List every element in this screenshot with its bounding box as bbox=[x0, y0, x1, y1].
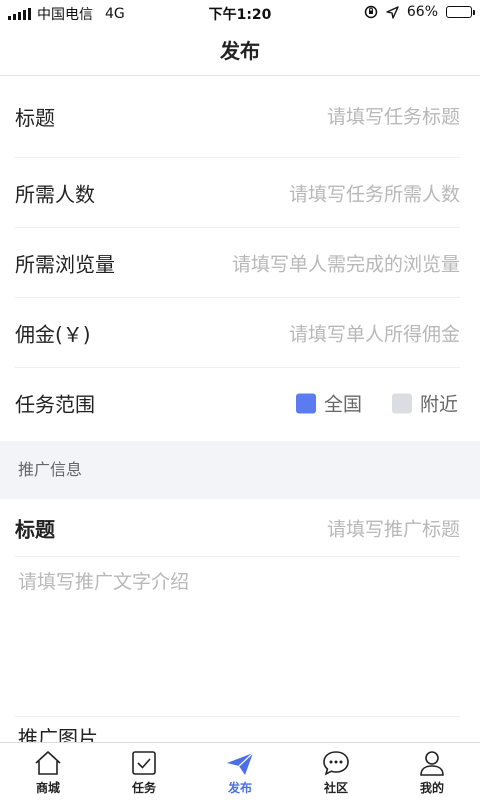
task-form: 标题 请填写任务标题 所需人数 请填写任务所需人数 所需浏览量 请填写单人需完成… bbox=[0, 76, 480, 438]
scope-row: 任务范围 全国 附近 bbox=[15, 368, 460, 438]
orientation-lock-icon bbox=[364, 5, 378, 19]
task-title-label: 标题 bbox=[15, 106, 55, 130]
page-title: 发布 bbox=[220, 39, 260, 63]
commission-row[interactable]: 佣金(￥) 请填写单人所得佣金 bbox=[15, 298, 460, 368]
tab-label: 商城 bbox=[35, 781, 60, 795]
status-right: 66% bbox=[364, 4, 475, 20]
status-bar: 中国电信 4G 下午1:20 66% bbox=[0, 0, 480, 26]
task-check-icon bbox=[132, 751, 156, 775]
commission-label: 佣金(￥) bbox=[15, 322, 91, 346]
battery-percent: 66% bbox=[406, 4, 438, 20]
scope-option-nationwide[interactable]: 全国 bbox=[295, 390, 362, 417]
task-title-row[interactable]: 标题 请填写任务标题 bbox=[15, 76, 460, 158]
tab-label: 发布 bbox=[227, 781, 252, 795]
task-title-input[interactable]: 请填写任务标题 bbox=[327, 102, 460, 129]
scope-label: 任务范围 bbox=[15, 392, 95, 417]
people-count-row[interactable]: 所需人数 请填写任务所需人数 bbox=[15, 158, 460, 228]
paper-plane-icon bbox=[227, 752, 254, 775]
tab-bar: 商城 任务 发布 社区 我的 bbox=[0, 742, 480, 800]
user-icon bbox=[420, 751, 444, 776]
views-label: 所需浏览量 bbox=[15, 252, 115, 276]
scope-option-label: 全国 bbox=[323, 393, 362, 416]
promo-title-input[interactable]: 请填写推广标题 bbox=[327, 514, 460, 541]
scope-option-label: 附近 bbox=[419, 393, 458, 416]
promo-image-label: 推广图片 bbox=[18, 726, 98, 742]
promo-title-label: 标题 bbox=[15, 517, 55, 541]
scope-option-nearby[interactable]: 附近 bbox=[391, 390, 458, 417]
tab-tasks[interactable]: 任务 bbox=[96, 743, 192, 800]
tab-publish[interactable]: 发布 bbox=[192, 743, 288, 800]
scope-radio-group: 全国 附近 bbox=[266, 390, 458, 417]
commission-input[interactable]: 请填写单人所得佣金 bbox=[289, 319, 460, 346]
views-input[interactable]: 请填写单人需完成的浏览量 bbox=[232, 249, 460, 276]
promo-title-row[interactable]: 标题 请填写推广标题 bbox=[15, 499, 460, 557]
promo-section-header: 推广信息 bbox=[0, 441, 480, 499]
chat-bubble-icon bbox=[323, 751, 349, 776]
tab-label: 任务 bbox=[131, 781, 156, 795]
navbar: 发布 bbox=[0, 26, 480, 76]
promo-text-area[interactable]: 请填写推广文字介绍 bbox=[15, 557, 460, 717]
promo-text-placeholder: 请填写推广文字介绍 bbox=[18, 571, 190, 593]
radio-box-icon bbox=[295, 393, 316, 413]
views-row[interactable]: 所需浏览量 请填写单人需完成的浏览量 bbox=[15, 228, 460, 298]
home-icon bbox=[35, 751, 61, 775]
people-count-label: 所需人数 bbox=[15, 182, 95, 206]
battery-icon bbox=[446, 6, 475, 18]
tab-community[interactable]: 社区 bbox=[288, 743, 384, 800]
location-arrow-icon bbox=[386, 5, 399, 19]
tab-mine[interactable]: 我的 bbox=[384, 743, 480, 800]
tab-mall[interactable]: 商城 bbox=[0, 743, 96, 800]
tab-label: 我的 bbox=[419, 781, 444, 795]
promo-section-title: 推广信息 bbox=[18, 460, 83, 479]
people-count-input[interactable]: 请填写任务所需人数 bbox=[289, 179, 460, 206]
tab-label: 社区 bbox=[323, 781, 348, 795]
radio-box-icon bbox=[391, 393, 412, 413]
